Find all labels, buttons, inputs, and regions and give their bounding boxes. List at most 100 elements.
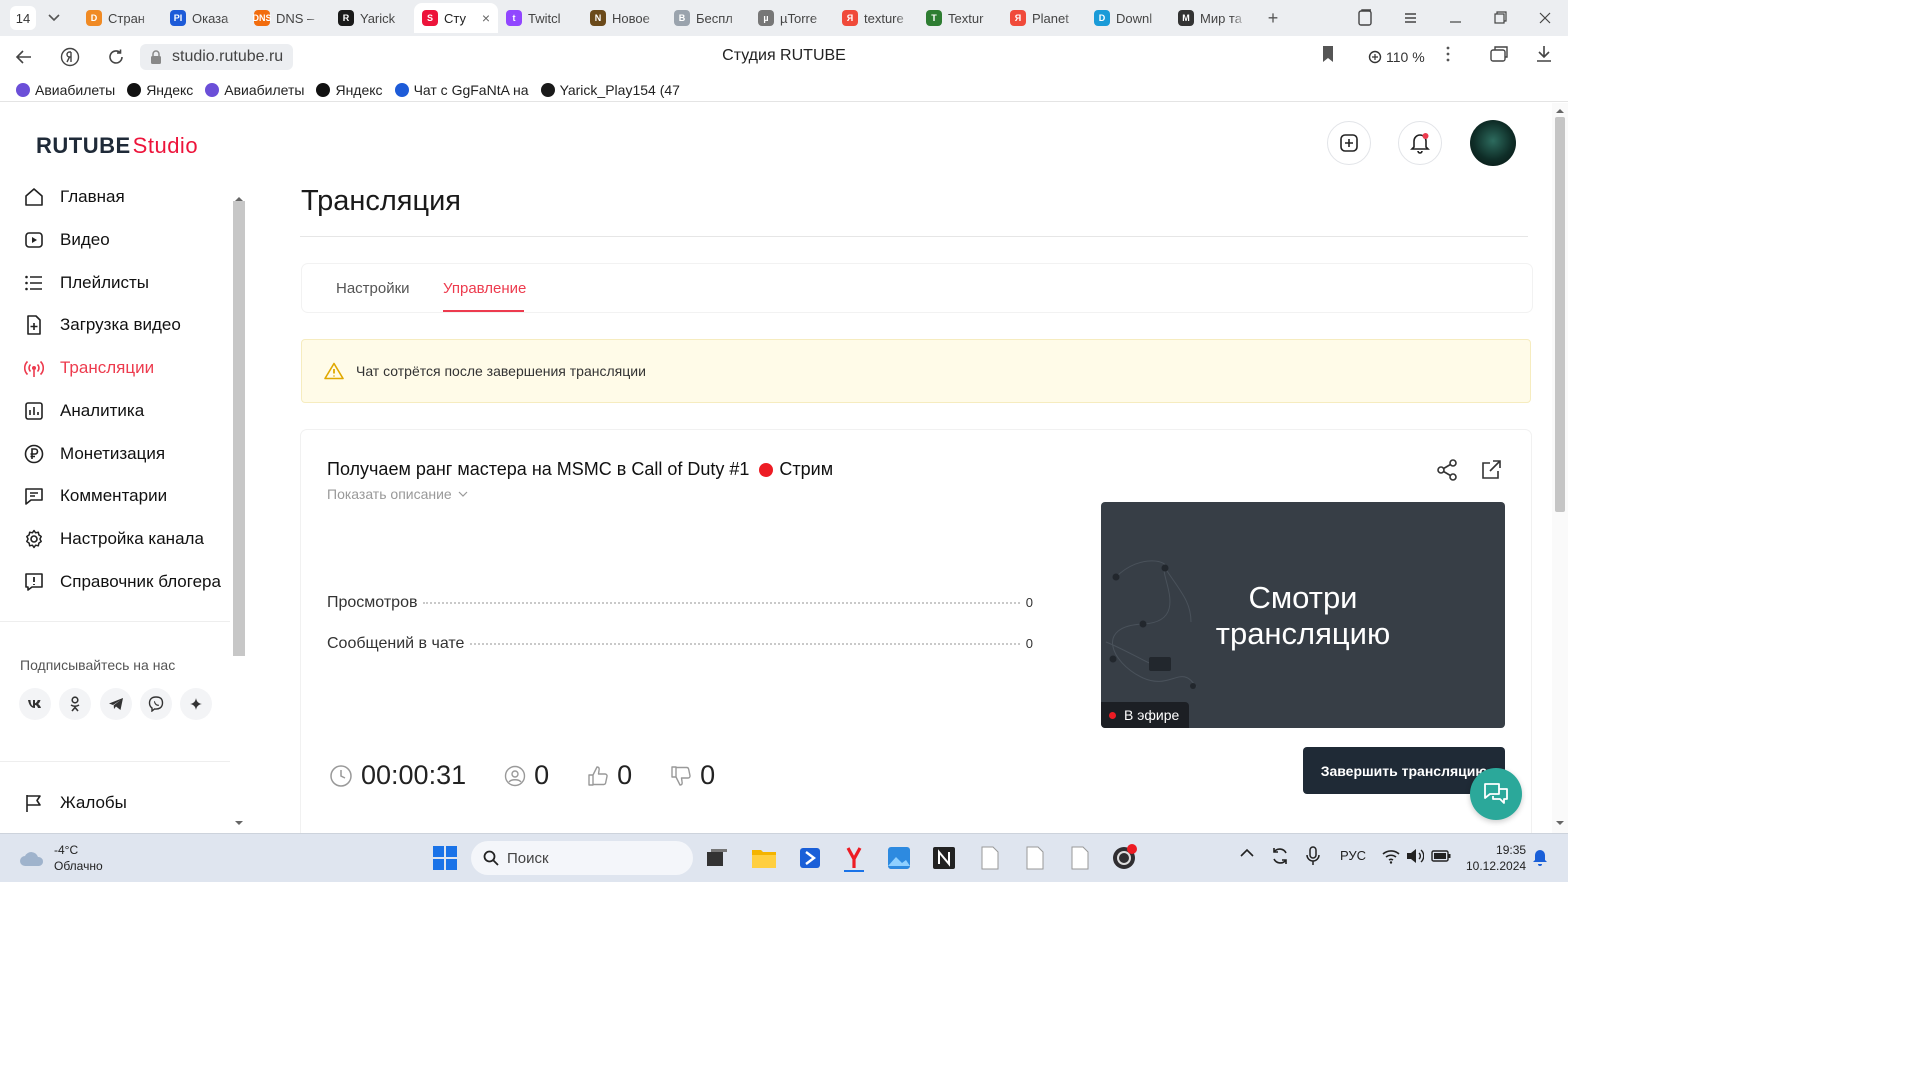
sidebar-item-upload[interactable]: Загрузка видео xyxy=(24,315,181,335)
stat-views: Просмотров 0 xyxy=(327,594,1033,612)
share-button[interactable] xyxy=(1435,458,1459,482)
collections-icon[interactable] xyxy=(1489,45,1509,63)
stream-preview[interactable]: Смотри трансляцию В эфире xyxy=(1101,502,1505,728)
volume-icon[interactable] xyxy=(1406,848,1424,864)
browser-tab[interactable]: S Сту × xyxy=(414,3,498,33)
more-social-link[interactable] xyxy=(180,688,212,720)
bookmark-favicon-icon xyxy=(394,82,409,97)
on-air-text: В эфире xyxy=(1124,707,1180,723)
photos-app-icon[interactable] xyxy=(885,844,913,872)
notification-bell-icon[interactable] xyxy=(1532,848,1548,866)
task-view-icon[interactable] xyxy=(703,844,731,872)
document-icon[interactable] xyxy=(976,844,1004,872)
telegram-link[interactable] xyxy=(100,688,132,720)
tab-panel-icon[interactable] xyxy=(1343,8,1388,28)
sidebar-item-channel-settings[interactable]: Настройка канала xyxy=(24,529,204,549)
browser-tab[interactable]: D Стран xyxy=(78,3,162,33)
browser-tab[interactable]: PI Оказа xyxy=(162,3,246,33)
yandex-browser-icon[interactable] xyxy=(840,844,868,872)
new-tab-button[interactable]: + xyxy=(1260,5,1286,31)
bookmark-item[interactable]: Яндекс xyxy=(127,82,193,98)
tab-title: DNS – xyxy=(276,10,315,26)
bookmark-item[interactable]: Чат с GgFaNtA на xyxy=(394,82,529,98)
taskbar-search[interactable]: Поиск xyxy=(471,841,693,875)
sidebar-item-comments[interactable]: Комментарии xyxy=(24,486,167,506)
support-chat-button[interactable] xyxy=(1470,768,1522,820)
sidebar-item-monetization[interactable]: Монетизация xyxy=(24,444,165,464)
tab-count-button[interactable]: 14 xyxy=(10,6,36,30)
sidebar-item-home[interactable]: Главная xyxy=(24,187,125,207)
browser-tab[interactable]: Я Planet xyxy=(1002,3,1086,33)
stream-metrics: 00:00:31 0 0 0 xyxy=(329,760,753,791)
ok-link[interactable] xyxy=(59,688,91,720)
notion-app-icon[interactable] xyxy=(930,844,958,872)
browser-tab[interactable]: D Downl xyxy=(1086,3,1170,33)
tray-chevron-up-icon[interactable] xyxy=(1240,848,1254,858)
sidebar-scroll-thumb[interactable] xyxy=(233,201,245,656)
browser-tab[interactable]: N Новое xyxy=(582,3,666,33)
sync-icon[interactable] xyxy=(1270,846,1290,866)
page-scroll-thumb[interactable] xyxy=(1555,117,1565,512)
document-icon[interactable] xyxy=(1066,844,1094,872)
minimize-icon[interactable] xyxy=(1433,8,1478,28)
menu-icon[interactable] xyxy=(1388,8,1433,28)
browser-tab[interactable]: t Twitcl xyxy=(498,3,582,33)
browser-tab[interactable]: T Textur xyxy=(918,3,1002,33)
taskbar-clock[interactable]: 19:35 10.12.2024 xyxy=(1466,842,1526,874)
rutube-studio-logo[interactable]: RUTUBE Studio xyxy=(36,133,198,159)
language-indicator[interactable]: РУС xyxy=(1340,848,1366,863)
metric-duration: 00:00:31 xyxy=(329,760,466,791)
show-description-toggle[interactable]: Показать описание xyxy=(327,486,468,502)
yandex-logo-icon[interactable] xyxy=(58,45,82,69)
preview-caption: Смотри трансляцию xyxy=(1101,580,1505,652)
obs-studio-icon[interactable] xyxy=(1110,844,1138,872)
battery-icon[interactable] xyxy=(1431,849,1451,863)
browser-tab[interactable]: R Yarick xyxy=(330,3,414,33)
download-icon[interactable] xyxy=(1536,45,1552,63)
tab-title: µTorre xyxy=(780,10,818,26)
microphone-icon[interactable] xyxy=(1306,846,1320,866)
url-field[interactable]: studio.rutube.ru xyxy=(140,44,294,70)
zoom-indicator[interactable]: 110 % xyxy=(1360,44,1433,70)
bookmark-item[interactable]: Яндекс xyxy=(316,82,383,98)
sidebar-item-broadcasts[interactable]: Трансляции xyxy=(24,358,154,378)
tab-list-chevron-icon[interactable] xyxy=(42,6,66,30)
browser-tab[interactable]: Яtexture xyxy=(834,3,918,33)
tab-settings[interactable]: Настройки xyxy=(336,280,410,297)
document-icon[interactable] xyxy=(1021,844,1049,872)
browser-tab[interactable]: µ µTorre xyxy=(750,3,834,33)
reload-icon[interactable] xyxy=(104,45,128,69)
sidebar-item-analytics[interactable]: Аналитика xyxy=(24,401,144,421)
app-arrow-icon[interactable] xyxy=(796,844,824,872)
more-vertical-icon[interactable] xyxy=(1443,45,1453,63)
telegram-icon xyxy=(109,698,123,710)
info-icon xyxy=(25,573,43,591)
close-window-icon[interactable] xyxy=(1523,8,1568,28)
weather-widget[interactable]: -4°C Облачно xyxy=(18,842,103,874)
windows-start-icon[interactable] xyxy=(431,844,459,872)
browser-tab[interactable]: B Беспл xyxy=(666,3,750,33)
sidebar-item-video[interactable]: Видео xyxy=(24,230,110,250)
gear-icon xyxy=(26,529,42,549)
viber-link[interactable] xyxy=(140,688,172,720)
close-tab-icon[interactable]: × xyxy=(482,10,490,26)
sidebar-item-complaints[interactable]: Жалобы xyxy=(24,793,127,813)
bookmark-icon[interactable] xyxy=(1320,45,1336,63)
open-external-button[interactable] xyxy=(1479,458,1503,482)
vk-link[interactable] xyxy=(19,688,51,720)
bookmark-item[interactable]: Авиабилеты xyxy=(205,82,304,98)
bookmark-item[interactable]: Yarick_Play154 (47 xyxy=(540,82,680,98)
browser-tab[interactable]: DNS DNS – xyxy=(246,3,330,33)
browser-tab[interactable]: M Мир та xyxy=(1170,3,1254,33)
sidebar-item-playlists[interactable]: Плейлисты xyxy=(24,273,149,293)
logo-main-text: RUTUBE xyxy=(36,133,131,158)
tab-management[interactable]: Управление xyxy=(443,280,526,297)
tab-title: Мир та xyxy=(1200,10,1242,26)
wifi-icon[interactable] xyxy=(1382,848,1400,864)
file-explorer-icon[interactable] xyxy=(750,844,778,872)
back-arrow-icon[interactable] xyxy=(12,45,36,69)
restore-icon[interactable] xyxy=(1478,8,1523,28)
bookmark-item[interactable]: Авиабилеты xyxy=(16,82,115,98)
address-bar-row: studio.rutube.ru Студия RUTUBE 110 % xyxy=(0,36,1568,78)
sidebar-item-blogger-guide[interactable]: Справочник блогера xyxy=(24,572,221,592)
